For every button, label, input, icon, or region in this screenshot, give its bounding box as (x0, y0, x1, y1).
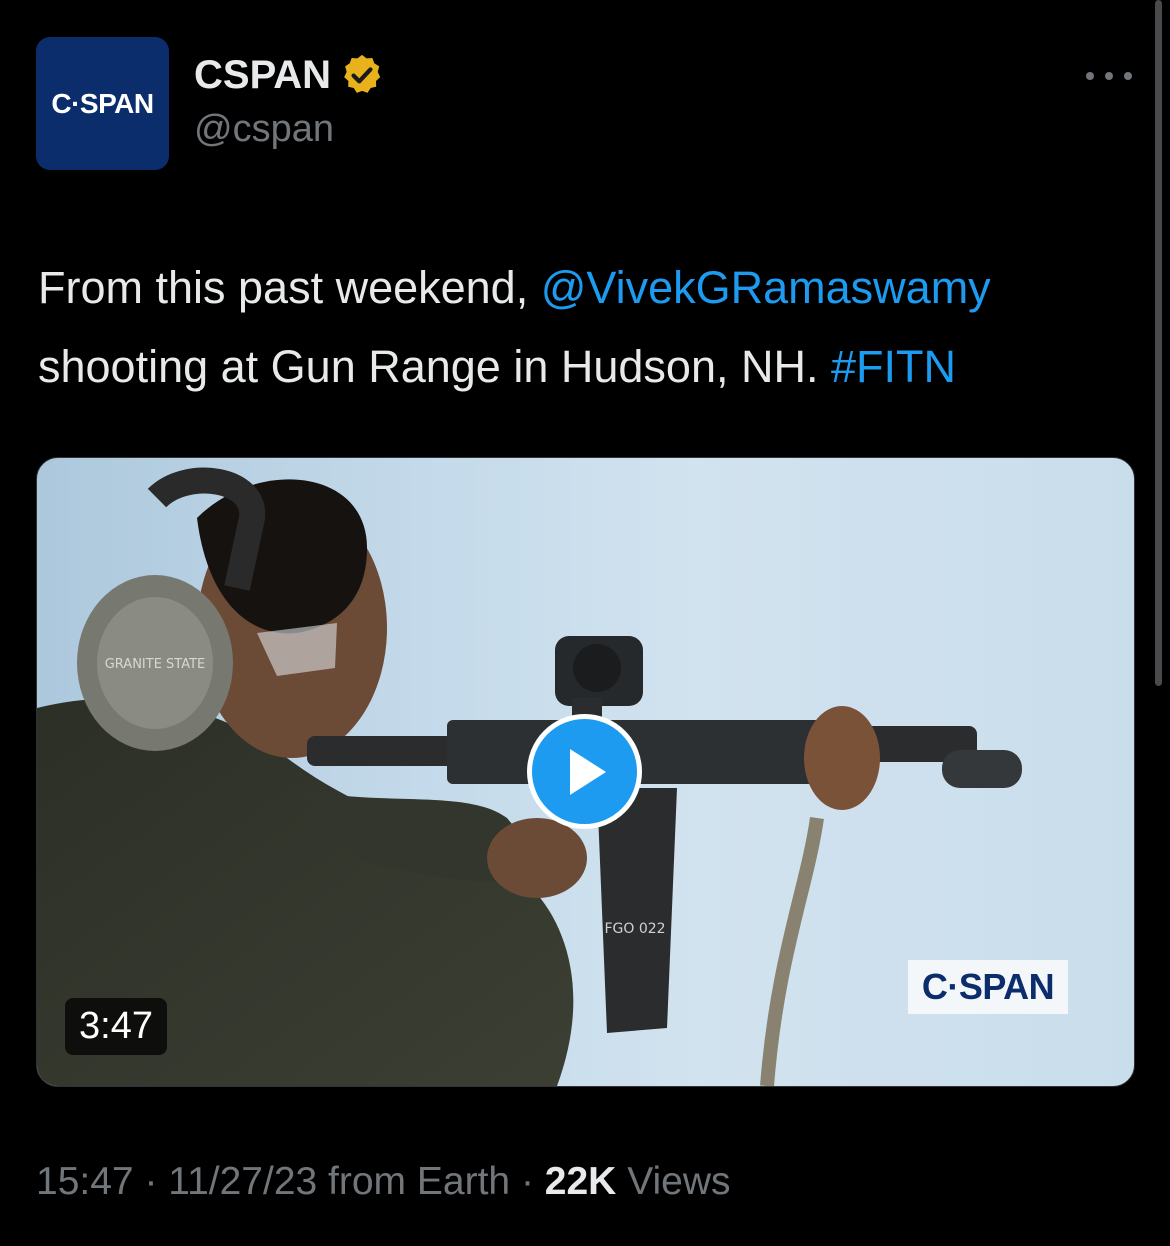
tweet-text: From this past weekend, @VivekGRamaswamy… (38, 248, 1128, 406)
tweet-date-source[interactable]: 11/27/23 from Earth (168, 1160, 510, 1203)
video-duration: 3:47 (65, 998, 167, 1055)
play-icon (569, 748, 606, 795)
views-label[interactable]: Views (627, 1160, 730, 1203)
avatar[interactable]: C·SPAN (36, 37, 169, 170)
tweet-text-part2: shooting at Gun Range in Hudson, NH. (38, 341, 831, 392)
hashtag-link[interactable]: #FITN (831, 341, 956, 392)
verified-badge-icon (344, 54, 381, 93)
tweet-meta: 15:47 · 11/27/23 from Earth · 22K Views (36, 1160, 731, 1204)
tweet-text-part1: From this past weekend, (38, 262, 541, 313)
display-name[interactable]: CSPAN (194, 53, 331, 98)
cspan-watermark: C·SPAN (908, 960, 1068, 1014)
tweet-time[interactable]: 15:47 (36, 1160, 134, 1203)
more-icon[interactable] (1086, 66, 1132, 86)
meta-separator: · (520, 1160, 534, 1203)
views-count[interactable]: 22K (545, 1160, 617, 1203)
mention-link[interactable]: @VivekGRamaswamy (541, 262, 991, 313)
earmuff-logo-text: GRANITE STATE (105, 657, 206, 672)
scrollbar[interactable] (1155, 0, 1162, 686)
avatar-logo-text: C·SPAN (51, 87, 154, 119)
play-button[interactable] (527, 714, 642, 829)
meta-separator: · (144, 1160, 158, 1203)
handle[interactable]: @cspan (194, 108, 334, 151)
author-name-row[interactable]: CSPAN (194, 52, 385, 98)
magazine-text: FGO 022 (604, 921, 665, 937)
